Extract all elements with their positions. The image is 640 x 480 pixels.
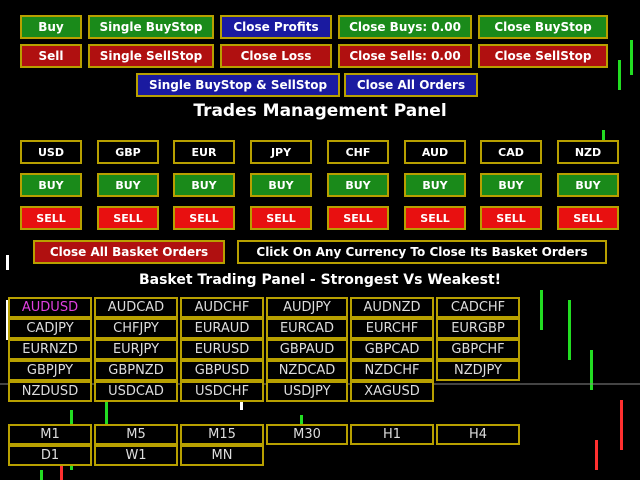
buy-nzd-button[interactable]: BUY [557, 173, 619, 197]
timeframe-mn-button[interactable]: MN [180, 445, 264, 466]
pair-nzdjpy-button[interactable]: NZDJPY [436, 360, 520, 381]
close-sellstop-button[interactable]: Close SellStop [478, 44, 608, 68]
pair-eurjpy-button[interactable]: EURJPY [94, 339, 178, 360]
sell-button[interactable]: Sell [20, 44, 82, 68]
pair-nzdusd-button[interactable]: NZDUSD [8, 381, 92, 402]
timeframe-m15-button[interactable]: M15 [180, 424, 264, 445]
buy-jpy-button[interactable]: BUY [250, 173, 312, 197]
close-profits-button[interactable]: Close Profits [220, 15, 332, 39]
candle [6, 255, 9, 270]
candle [620, 400, 623, 450]
pair-gbpcad-button[interactable]: GBPCAD [350, 339, 434, 360]
pair-euraud-button[interactable]: EURAUD [180, 318, 264, 339]
single-buystop-sellstop-button[interactable]: Single BuyStop & SellStop [136, 73, 340, 97]
sell-jpy-button[interactable]: SELL [250, 206, 312, 230]
currency-jpy-button[interactable]: JPY [250, 140, 312, 164]
pair-gbpnzd-button[interactable]: GBPNZD [94, 360, 178, 381]
buy-aud-button[interactable]: BUY [404, 173, 466, 197]
pair-xagusd-button[interactable]: XAGUSD [350, 381, 434, 402]
timeframe-w1-button[interactable]: W1 [94, 445, 178, 466]
pair-cadjpy-button[interactable]: CADJPY [8, 318, 92, 339]
currency-eur-button[interactable]: EUR [173, 140, 235, 164]
pair-eurusd-button[interactable]: EURUSD [180, 339, 264, 360]
close-all-basket-orders-button[interactable]: Close All Basket Orders [33, 240, 225, 264]
buy-chf-button[interactable]: BUY [327, 173, 389, 197]
buy-cad-button[interactable]: BUY [480, 173, 542, 197]
basket-trading-title: Basket Trading Panel - Strongest Vs Weak… [138, 272, 502, 288]
pair-usdchf-button[interactable]: USDCHF [180, 381, 264, 402]
timeframe-d1-button[interactable]: D1 [8, 445, 92, 466]
close-buystop-button[interactable]: Close BuyStop [478, 15, 608, 39]
pair-audcad-button[interactable]: AUDCAD [94, 297, 178, 318]
pair-eurcad-button[interactable]: EURCAD [266, 318, 348, 339]
pair-gbpchf-button[interactable]: GBPCHF [436, 339, 520, 360]
buy-button[interactable]: Buy [20, 15, 82, 39]
trades-management-title: Trades Management Panel [193, 101, 447, 121]
sell-cad-button[interactable]: SELL [480, 206, 542, 230]
buy-gbp-button[interactable]: BUY [97, 173, 159, 197]
sell-eur-button[interactable]: SELL [173, 206, 235, 230]
pair-chfjpy-button[interactable]: CHFJPY [94, 318, 178, 339]
pair-nzdchf-button[interactable]: NZDCHF [350, 360, 434, 381]
pair-gbpusd-button[interactable]: GBPUSD [180, 360, 264, 381]
pair-audusd-button[interactable]: AUDUSD [8, 297, 92, 318]
currency-gbp-button[interactable]: GBP [97, 140, 159, 164]
candle [618, 60, 621, 90]
pair-cadchf-button[interactable]: CADCHF [436, 297, 520, 318]
currency-chf-button[interactable]: CHF [327, 140, 389, 164]
pair-eurnzd-button[interactable]: EURNZD [8, 339, 92, 360]
pair-gbpjpy-button[interactable]: GBPJPY [8, 360, 92, 381]
currency-usd-button[interactable]: USD [20, 140, 82, 164]
candle [630, 40, 633, 75]
sell-chf-button[interactable]: SELL [327, 206, 389, 230]
sell-aud-button[interactable]: SELL [404, 206, 466, 230]
pair-usdcad-button[interactable]: USDCAD [94, 381, 178, 402]
sell-usd-button[interactable]: SELL [20, 206, 82, 230]
timeframe-m30-button[interactable]: M30 [266, 424, 348, 445]
close-basket-info-label: Click On Any Currency To Close Its Baske… [237, 240, 607, 264]
close-all-orders-button[interactable]: Close All Orders [344, 73, 478, 97]
pair-eurgbp-button[interactable]: EURGBP [436, 318, 520, 339]
close-buys-0-00-button[interactable]: Close Buys: 0.00 [338, 15, 472, 39]
buy-eur-button[interactable]: BUY [173, 173, 235, 197]
timeframe-h1-button[interactable]: H1 [350, 424, 434, 445]
candle [595, 440, 598, 470]
buy-usd-button[interactable]: BUY [20, 173, 82, 197]
pair-usdjpy-button[interactable]: USDJPY [266, 381, 348, 402]
currency-cad-button[interactable]: CAD [480, 140, 542, 164]
pair-gbpaud-button[interactable]: GBPAUD [266, 339, 348, 360]
close-loss-button[interactable]: Close Loss [220, 44, 332, 68]
timeframe-h4-button[interactable]: H4 [436, 424, 520, 445]
candle [40, 470, 43, 480]
pair-audchf-button[interactable]: AUDCHF [180, 297, 264, 318]
timeframe-m1-button[interactable]: M1 [8, 424, 92, 445]
candle [540, 290, 543, 330]
single-buystop-button[interactable]: Single BuyStop [88, 15, 214, 39]
pair-nzdcad-button[interactable]: NZDCAD [266, 360, 348, 381]
candle [568, 300, 571, 360]
close-sells-0-00-button[interactable]: Close Sells: 0.00 [338, 44, 472, 68]
pair-audnzd-button[interactable]: AUDNZD [350, 297, 434, 318]
pair-eurchf-button[interactable]: EURCHF [350, 318, 434, 339]
sell-nzd-button[interactable]: SELL [557, 206, 619, 230]
currency-nzd-button[interactable]: NZD [557, 140, 619, 164]
timeframe-m5-button[interactable]: M5 [94, 424, 178, 445]
pair-audjpy-button[interactable]: AUDJPY [266, 297, 348, 318]
sell-gbp-button[interactable]: SELL [97, 206, 159, 230]
single-sellstop-button[interactable]: Single SellStop [88, 44, 214, 68]
currency-aud-button[interactable]: AUD [404, 140, 466, 164]
